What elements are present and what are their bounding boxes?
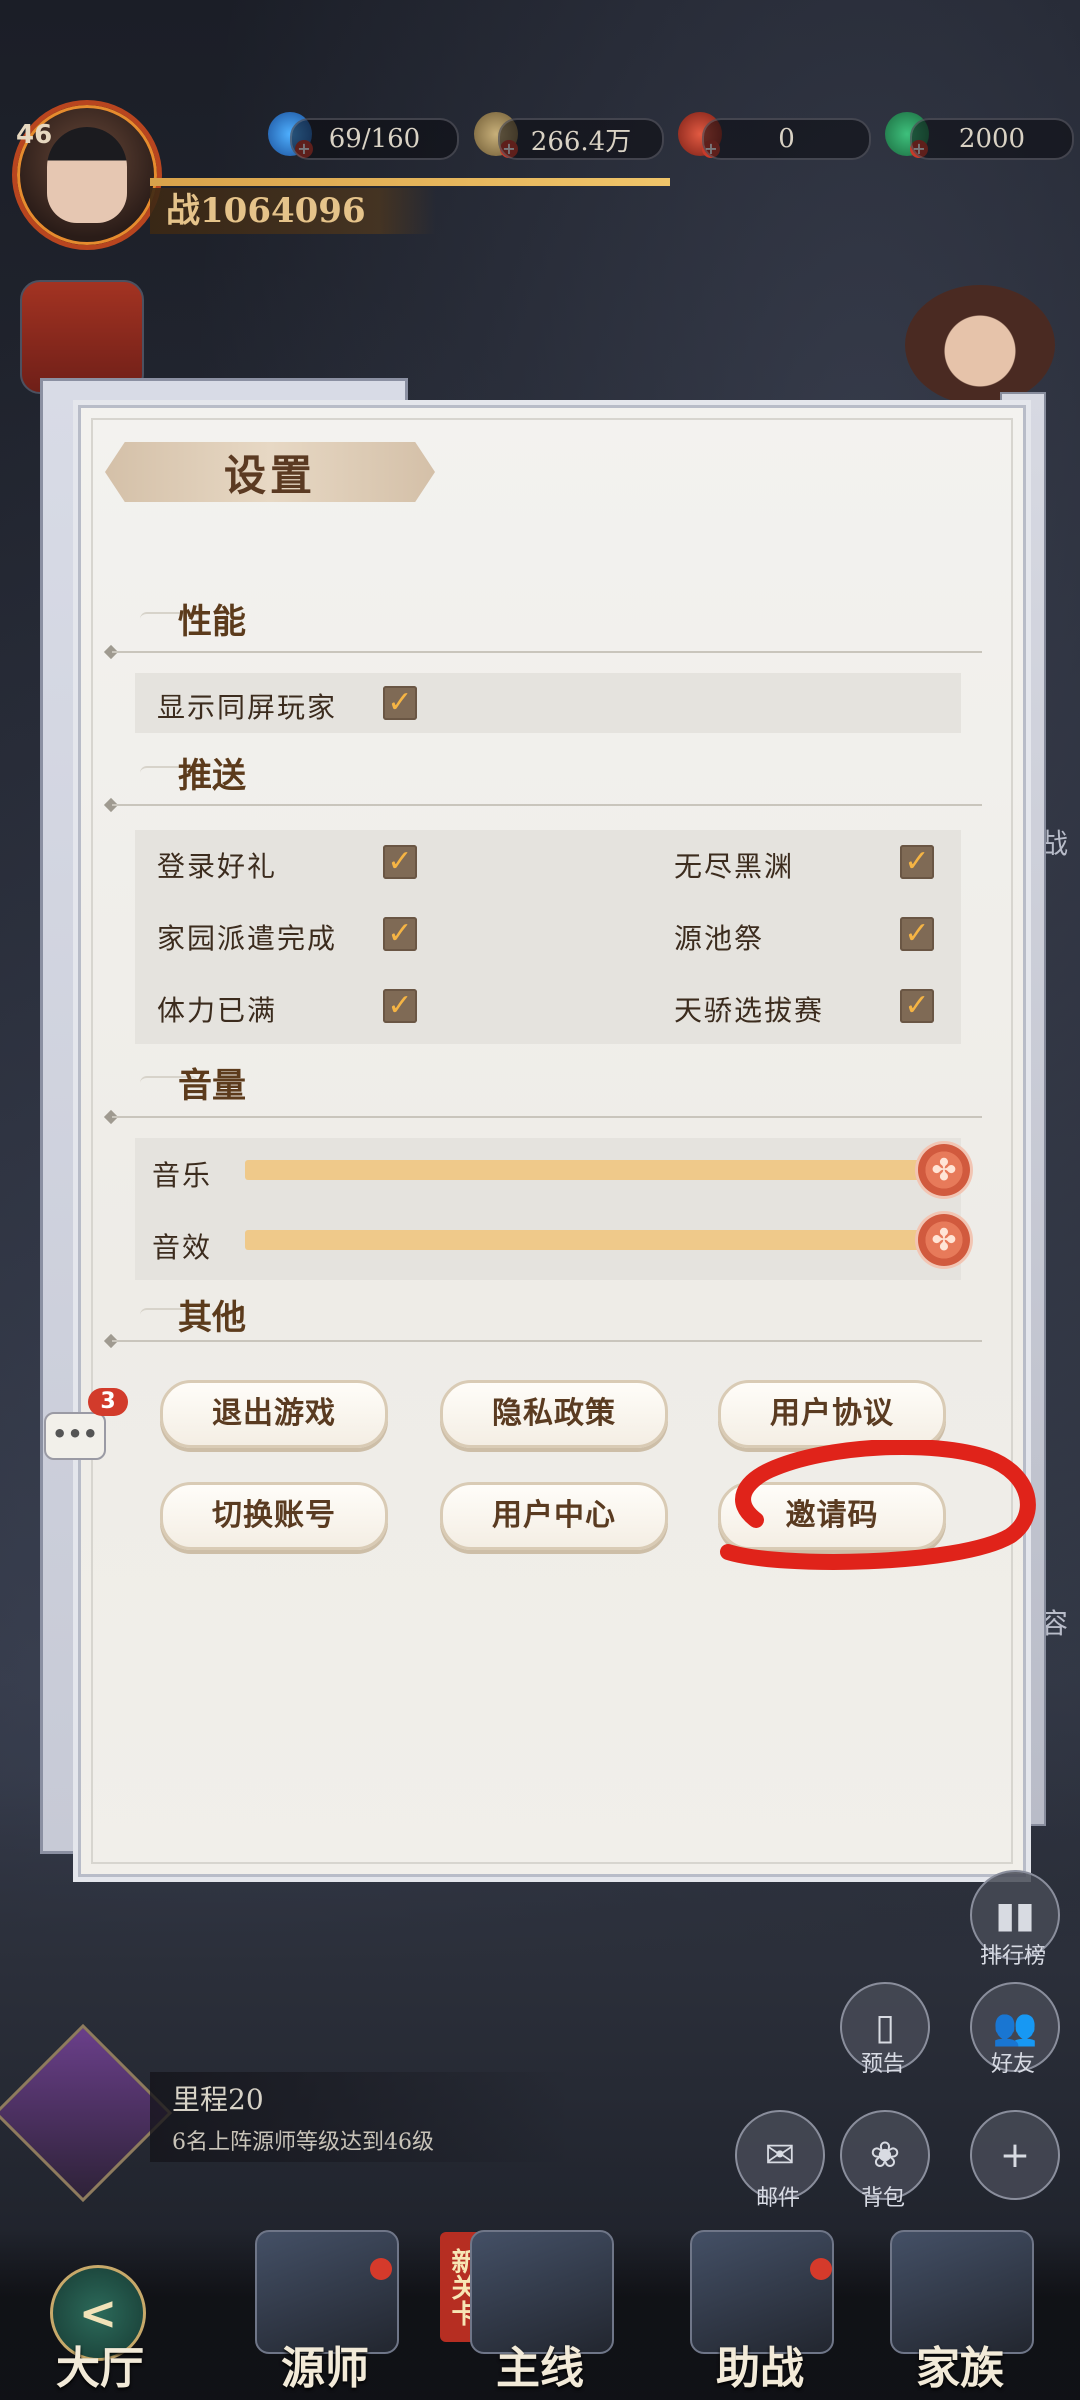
push-source-pool-checkbox[interactable]: ✓ bbox=[900, 917, 934, 951]
section-divider bbox=[112, 1116, 982, 1118]
check-icon: ✓ bbox=[904, 844, 930, 879]
switch-account-button[interactable]: 切换账号 bbox=[160, 1482, 388, 1550]
user-agreement-button[interactable]: 用户协议 bbox=[718, 1380, 946, 1448]
milestone-description: 6名上阵源师等级达到46级 bbox=[172, 2130, 434, 2155]
nav-main[interactable]: 主线 bbox=[440, 2230, 640, 2400]
check-icon: ✓ bbox=[387, 916, 413, 951]
red-currency-counter: 0 bbox=[702, 118, 871, 160]
push-item-label: 无尽黑渊 bbox=[674, 850, 795, 883]
section-divider bbox=[112, 651, 982, 653]
push-item-label: 体力已满 bbox=[157, 994, 278, 1027]
nav-main-label: 主线 bbox=[496, 2343, 584, 2394]
coin-counter: 266.4万 bbox=[498, 118, 664, 160]
music-label: 音乐 bbox=[152, 1159, 213, 1192]
green-currency-counter: 2000 bbox=[910, 118, 1074, 160]
preview-label: 预告 bbox=[860, 2052, 905, 2077]
section-divider bbox=[112, 804, 982, 806]
push-elite-trial-checkbox[interactable]: ✓ bbox=[900, 989, 934, 1023]
clover-icon: ✤ bbox=[931, 1222, 957, 1258]
milestone-title: 里程20 bbox=[172, 2083, 264, 2116]
nav-hall[interactable]: < 大厅 bbox=[0, 2230, 200, 2400]
user-center-button[interactable]: 用户中心 bbox=[440, 1482, 668, 1550]
push-endless-abyss-checkbox[interactable]: ✓ bbox=[900, 845, 934, 879]
mail-label: 邮件 bbox=[755, 2186, 800, 2211]
push-login-gift-checkbox[interactable]: ✓ bbox=[383, 845, 417, 879]
exit-game-button[interactable]: 退出游戏 bbox=[160, 1380, 388, 1448]
push-item-label: 源池祭 bbox=[674, 922, 765, 955]
player-level: 46 bbox=[16, 120, 53, 150]
ranking-label: 排行榜 bbox=[979, 1944, 1046, 1969]
nav-masters-dot bbox=[370, 2258, 392, 2280]
nav-masters-label: 源师 bbox=[281, 2343, 369, 2394]
section-volume-title: 音量 bbox=[178, 1066, 246, 1106]
section-performance-title: 性能 bbox=[178, 602, 246, 642]
nav-family-label: 家族 bbox=[916, 2343, 1004, 2394]
sfx-slider-knob[interactable]: ✤ bbox=[918, 1214, 970, 1266]
check-icon: ✓ bbox=[387, 685, 413, 720]
push-item-label: 天骄选拔赛 bbox=[674, 994, 825, 1027]
push-item-label: 登录好礼 bbox=[157, 850, 278, 883]
nav-hall-label: 大厅 bbox=[56, 2343, 144, 2394]
nav-assist-dot bbox=[810, 2258, 832, 2280]
more-button[interactable]: + bbox=[970, 2110, 1060, 2200]
check-icon: ✓ bbox=[387, 844, 413, 879]
bag-icon: ❀ bbox=[869, 2134, 901, 2176]
show-players-label: 显示同屏玩家 bbox=[157, 691, 338, 724]
nav-assist-label: 助战 bbox=[716, 2343, 804, 2394]
invite-code-button[interactable]: 邀请码 bbox=[718, 1482, 946, 1550]
sfx-label: 音效 bbox=[152, 1231, 213, 1264]
scroll-icon: ▯ bbox=[875, 2006, 895, 2048]
section-divider bbox=[112, 1340, 982, 1342]
push-home-dispatch-checkbox[interactable]: ✓ bbox=[383, 917, 417, 951]
nav-assist[interactable]: 助战 bbox=[660, 2230, 860, 2400]
section-other-title: 其他 bbox=[178, 1298, 246, 1338]
chat-unread-badge: 3 bbox=[88, 1388, 128, 1416]
sfx-slider-track[interactable] bbox=[245, 1230, 940, 1250]
experience-bar bbox=[150, 178, 670, 186]
nav-family[interactable]: 家族 bbox=[860, 2230, 1060, 2400]
check-icon: ✓ bbox=[904, 988, 930, 1023]
music-slider-track[interactable] bbox=[245, 1160, 940, 1180]
character-portrait[interactable] bbox=[905, 285, 1055, 405]
stamina-counter: 69/160 bbox=[290, 118, 459, 160]
plus-icon: + bbox=[999, 2134, 1031, 2176]
bar-chart-icon: ▮▮ bbox=[995, 1894, 1035, 1936]
friends-label: 好友 bbox=[990, 2052, 1035, 2077]
friends-icon: 👥 bbox=[992, 2007, 1038, 2048]
section-push-title: 推送 bbox=[178, 756, 246, 796]
nav-masters[interactable]: 源师 bbox=[225, 2230, 425, 2400]
push-stamina-full-checkbox[interactable]: ✓ bbox=[383, 989, 417, 1023]
check-icon: ✓ bbox=[904, 916, 930, 951]
clover-icon: ✤ bbox=[931, 1152, 957, 1188]
push-item-label: 家园派遣完成 bbox=[157, 922, 338, 955]
chat-bubble-button[interactable]: ••• bbox=[44, 1412, 106, 1460]
music-slider-knob[interactable]: ✤ bbox=[918, 1144, 970, 1196]
avatar-face bbox=[47, 127, 127, 223]
check-icon: ✓ bbox=[387, 988, 413, 1023]
settings-title: 设置 bbox=[223, 451, 316, 500]
bag-label: 背包 bbox=[860, 2186, 905, 2211]
mail-icon: ✉ bbox=[764, 2134, 796, 2176]
privacy-policy-button[interactable]: 隐私政策 bbox=[440, 1380, 668, 1448]
show-players-checkbox[interactable]: ✓ bbox=[383, 686, 417, 720]
event-tower-icon[interactable] bbox=[20, 280, 144, 394]
combat-power: 战1064096 bbox=[150, 188, 436, 234]
